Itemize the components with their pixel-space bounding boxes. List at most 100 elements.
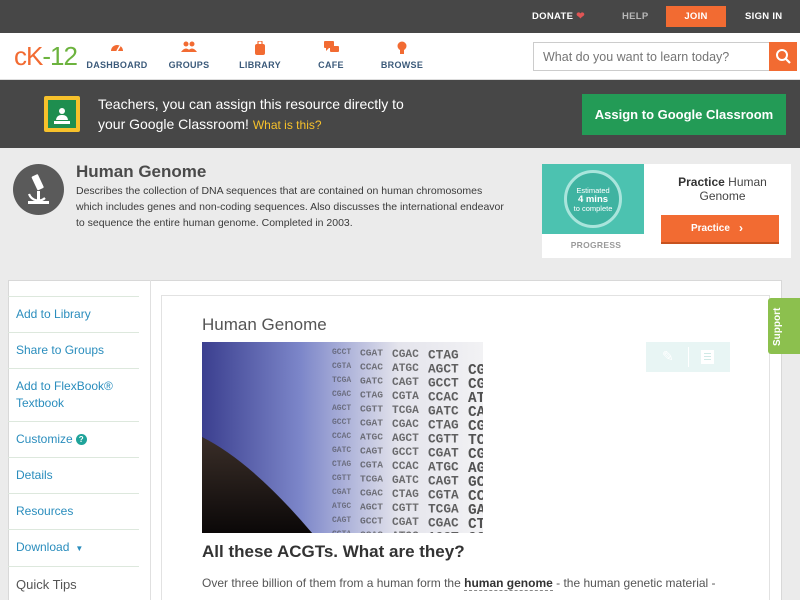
- pencil-edit-icon[interactable]: ✎: [662, 348, 674, 365]
- dna-letters-text: CGAC: [392, 419, 419, 431]
- dna-letters-text: CCAC: [360, 530, 383, 534]
- dna-sequence-image: GCCT CGAT CGAC CTAG CGTA CCAC ATGC AGCT CGTT TCGA…: [202, 342, 483, 533]
- concept-description: Describes the collection of DNA sequence…: [76, 185, 504, 229]
- article-title: Human Genome: [202, 315, 327, 334]
- dna-letters-text: AGCT: [360, 502, 383, 513]
- search-input[interactable]: [533, 42, 770, 71]
- practice-button[interactable]: Practice ›: [661, 215, 779, 244]
- dna-letters-text: CGAC: [428, 516, 459, 531]
- dna-letters-text: CCAC: [332, 432, 351, 441]
- dna-letters-text: GCCT: [428, 376, 459, 391]
- dna-letters-text: TCGA: [332, 376, 351, 385]
- library-backpack-icon: [225, 40, 295, 55]
- notes-list-icon[interactable]: [701, 350, 714, 364]
- nav-library[interactable]: LIBRARY: [225, 40, 295, 70]
- ck12-logo[interactable]: cK-12: [14, 41, 78, 72]
- practice-card: Estimated 4 mins to complete PROGRESS Pr…: [542, 164, 791, 258]
- dna-letters-text: CGTT: [360, 404, 383, 415]
- search-icon: [776, 49, 791, 64]
- dna-letters-text: CCAC: [360, 362, 383, 373]
- article-tools: ✎: [646, 342, 730, 372]
- article-heading: All these ACGTs. What are they?: [202, 542, 465, 561]
- dna-letters-text: GCCT: [392, 447, 419, 459]
- nav-browse[interactable]: BROWSE: [367, 41, 437, 70]
- estimate-badge: Estimated 4 mins to complete: [564, 170, 622, 228]
- concept-header: Human Genome Describes the collection of…: [0, 148, 800, 266]
- sidebar-item-add-to-flexbook[interactable]: Add to FlexBook® Textbook: [8, 368, 139, 421]
- dna-letters-text: TCGA: [360, 474, 383, 485]
- dna-letters-text: CGTT: [468, 531, 483, 533]
- dna-letters-text: CGTT: [428, 432, 459, 447]
- nav-cafe[interactable]: CAFE: [296, 41, 366, 70]
- donate-link[interactable]: DONATE ❤: [532, 0, 585, 33]
- sidebar: Add to Library Share to Groups Add to Fl…: [8, 296, 139, 600]
- help-link[interactable]: HELP: [622, 0, 649, 33]
- dna-letters-text: CGAT: [332, 488, 351, 497]
- dna-letters-text: GCCT: [360, 516, 383, 527]
- dna-letters-text: GATC: [360, 376, 383, 387]
- join-button[interactable]: JOIN: [666, 6, 726, 27]
- main-navbar: cK-12 DASHBOARD GROUPS LIBRARY CAFE BROW…: [0, 33, 800, 80]
- google-classroom-icon: [44, 96, 80, 132]
- dna-letters-text: CGAC: [392, 349, 419, 361]
- dna-letters-text: TCGA: [392, 405, 419, 417]
- dna-letters-text: AGCT: [392, 433, 419, 445]
- sidebar-item-download[interactable]: Download ▼: [8, 529, 139, 566]
- assign-to-google-classroom-button[interactable]: Assign to Google Classroom: [582, 94, 786, 135]
- search-button[interactable]: [769, 42, 797, 71]
- practice-title: Practice Human Genome: [678, 175, 767, 203]
- dna-letters-text: CGAC: [332, 390, 351, 399]
- what-is-this-link[interactable]: What is this?: [253, 118, 322, 132]
- nav-groups[interactable]: GROUPS: [154, 41, 224, 70]
- sidebar-item-share-to-groups[interactable]: Share to Groups: [8, 332, 139, 368]
- dna-letters-text: CTAG: [332, 460, 351, 469]
- vocab-term-human-genome[interactable]: human genome: [464, 576, 553, 591]
- cafe-chat-icon: [296, 41, 366, 55]
- google-classroom-banner: Teachers, you can assign this resource d…: [0, 80, 800, 148]
- dna-letters-text: CAGT: [428, 474, 459, 489]
- sign-in-link[interactable]: SIGN IN: [745, 0, 782, 33]
- dna-letters-text: AGCT: [332, 404, 351, 413]
- dna-letters-text: GATC: [392, 475, 419, 487]
- dna-letters-text: CGTT: [332, 474, 351, 483]
- dna-letters-text: CGTA: [428, 488, 459, 503]
- dna-letters-text: CGAC: [360, 488, 383, 499]
- dna-letters-text: CGTA: [332, 362, 351, 371]
- dashboard-gauge-icon: [82, 41, 152, 55]
- caret-down-icon: ▼: [75, 544, 84, 553]
- browse-lightbulb-icon: [367, 41, 437, 55]
- sidebar-item-details[interactable]: Details: [8, 457, 139, 493]
- sidebar-item-resources[interactable]: Resources: [8, 493, 139, 529]
- progress-art: Estimated 4 mins to complete: [542, 164, 644, 234]
- dna-letters-text: ATGC: [360, 432, 383, 443]
- dna-letters-text: TCGA: [428, 502, 459, 517]
- dna-letters-text: CCAC: [392, 461, 419, 473]
- dna-letters-text: AGCT: [428, 530, 459, 534]
- sidebar-item-customize[interactable]: Customize?: [8, 421, 139, 457]
- dna-letters-text: CGTA: [332, 530, 351, 533]
- progress-label: PROGRESS: [570, 240, 622, 250]
- dna-letters-text: GATC: [332, 446, 351, 455]
- sidebar-divider: [150, 280, 151, 600]
- dna-letters-text: CAGT: [332, 516, 351, 525]
- dna-letters-text: CGTA: [392, 391, 419, 403]
- chevron-right-icon: ›: [739, 221, 743, 235]
- dna-letters-text: ATGC: [392, 363, 419, 375]
- microscope-icon: [13, 164, 64, 215]
- dna-letters-text: CCAC: [428, 390, 459, 405]
- dna-letters-text: AGCT: [428, 362, 459, 377]
- nav-dashboard[interactable]: DASHBOARD: [82, 41, 152, 70]
- top-utility-bar: DONATE ❤ HELP JOIN SIGN IN: [0, 0, 800, 33]
- dna-letters-text: CTAG: [392, 489, 419, 501]
- dna-letters-text: CGAT: [360, 418, 383, 429]
- dna-letters-text: CGTT: [392, 503, 419, 515]
- dna-letters-text: ATGC: [428, 460, 459, 475]
- dna-letters-text: GATC: [428, 404, 459, 419]
- article-paragraph: Over three billion of them from a human …: [202, 576, 716, 591]
- help-question-icon[interactable]: ?: [75, 434, 87, 445]
- donate-label: DONATE: [532, 11, 574, 22]
- sidebar-item-add-to-library[interactable]: Add to Library: [8, 296, 139, 332]
- heart-icon: ❤: [576, 11, 585, 22]
- dna-letters-text: GCCT: [332, 348, 351, 357]
- support-tab[interactable]: Support: [768, 298, 800, 354]
